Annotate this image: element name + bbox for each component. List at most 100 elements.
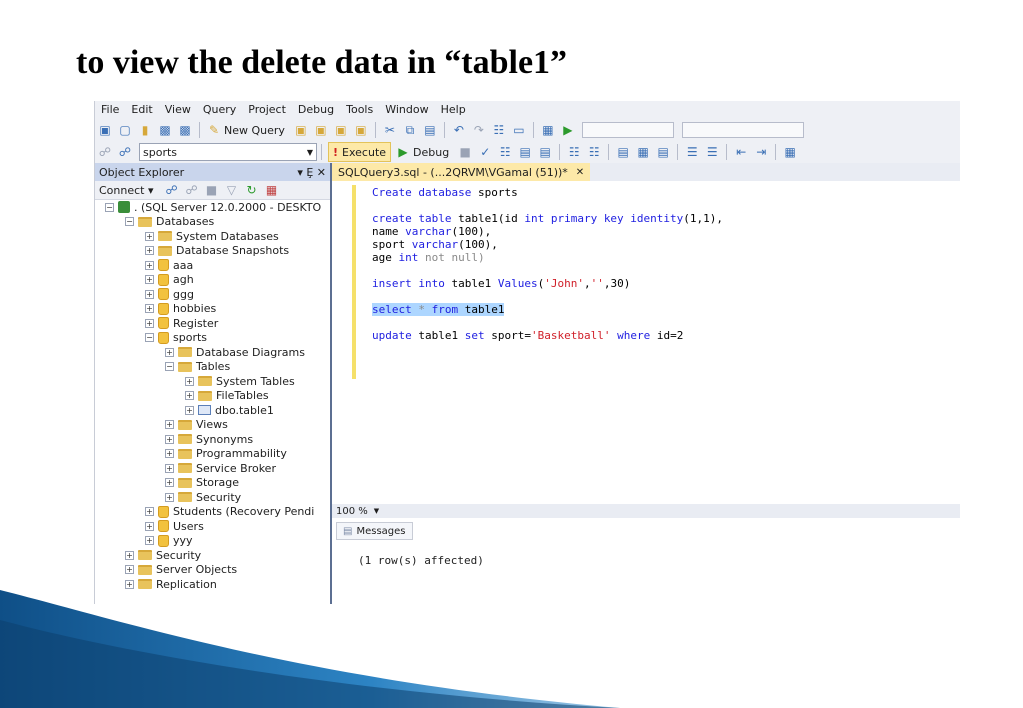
execute-button[interactable]: ! Execute xyxy=(328,142,392,162)
tree-node[interactable]: + Students (Recovery Pendi xyxy=(95,505,330,520)
menu-tools[interactable]: Tools xyxy=(340,101,379,119)
navigate-icon[interactable]: ☷ xyxy=(491,122,507,138)
tree-node[interactable]: + hobbies xyxy=(95,302,330,317)
refresh-icon[interactable]: ↻ xyxy=(244,182,260,198)
increase-indent-icon[interactable]: ⇥ xyxy=(753,144,769,160)
results-text-icon[interactable]: ▤ xyxy=(615,144,631,160)
expand-icon[interactable]: + xyxy=(145,289,154,299)
solution-config-dropdown[interactable] xyxy=(581,122,674,138)
uncomment-icon[interactable]: ☰ xyxy=(704,144,720,160)
results-grid-icon[interactable]: ▦ xyxy=(635,144,651,160)
tree-node[interactable]: + System Tables xyxy=(95,374,330,389)
tree-node[interactable]: + aaa xyxy=(95,258,330,273)
redo-icon[interactable]: ↷ xyxy=(471,122,487,138)
expand-icon[interactable]: + xyxy=(145,231,154,241)
expand-icon[interactable]: + xyxy=(145,246,154,256)
expand-icon[interactable]: + xyxy=(165,434,174,444)
tree-node[interactable]: + dbo.table1 xyxy=(95,403,330,418)
menu-query[interactable]: Query xyxy=(197,101,242,119)
tree-node[interactable]: + Database Snapshots xyxy=(95,244,330,259)
expand-icon[interactable]: + xyxy=(145,318,154,328)
tree-node[interactable]: + Programmability xyxy=(95,447,330,462)
client-stats-icon[interactable]: ☷ xyxy=(586,144,602,160)
expand-icon[interactable]: + xyxy=(165,449,174,459)
close-icon[interactable]: ✕ xyxy=(576,167,584,178)
expand-icon[interactable]: + xyxy=(125,565,134,575)
collapse-icon[interactable]: − xyxy=(105,202,114,212)
tree-node[interactable]: + Views xyxy=(95,418,330,433)
tab-sqlquery3[interactable]: SQLQuery3.sql - (...2QRVM\VGamal (51))* … xyxy=(332,163,591,183)
database-select[interactable]: sports ▼ xyxy=(139,143,317,161)
tree-node[interactable]: + yyy xyxy=(95,534,330,549)
collapse-icon[interactable]: − xyxy=(125,217,134,227)
open-folder-icon[interactable]: ▮ xyxy=(137,122,153,138)
expand-icon[interactable]: + xyxy=(185,405,194,415)
parse-icon[interactable]: ✓ xyxy=(477,144,493,160)
display-plan-icon[interactable]: ☷ xyxy=(497,144,513,160)
mdx-query-icon[interactable]: ▣ xyxy=(333,122,349,138)
cut-icon[interactable]: ✂ xyxy=(382,122,398,138)
cancel-query-icon[interactable]: ■ xyxy=(457,144,473,160)
copy-icon[interactable]: ⧉ xyxy=(402,122,418,138)
tree-node[interactable]: − sports xyxy=(95,331,330,346)
expand-icon[interactable]: + xyxy=(165,463,174,473)
expand-icon[interactable]: + xyxy=(145,304,154,314)
tree-node[interactable]: − Tables xyxy=(95,360,330,375)
tree-node[interactable]: + Service Broker xyxy=(95,461,330,476)
tree-node[interactable]: + FileTables xyxy=(95,389,330,404)
xmla-query-icon[interactable]: ▣ xyxy=(353,122,369,138)
expand-icon[interactable]: + xyxy=(145,260,154,270)
debug-button[interactable]: Debug xyxy=(413,146,449,159)
specify-values-icon[interactable]: ▦ xyxy=(782,144,798,160)
save-icon[interactable]: ▩ xyxy=(157,122,173,138)
menu-debug[interactable]: Debug xyxy=(292,101,340,119)
tree-node[interactable]: + Security xyxy=(95,490,330,505)
comment-icon[interactable]: ☰ xyxy=(684,144,700,160)
stop-icon[interactable]: ■ xyxy=(204,182,220,198)
results-file-icon[interactable]: ▤ xyxy=(655,144,671,160)
new-query-button[interactable]: New Query xyxy=(224,124,285,137)
tree-node[interactable]: + Server Objects xyxy=(95,563,330,578)
expand-icon[interactable]: + xyxy=(165,492,174,502)
tree-node[interactable]: + Storage xyxy=(95,476,330,491)
chevron-down-icon[interactable]: ▼ xyxy=(374,507,379,515)
tree-node[interactable]: + Security xyxy=(95,548,330,563)
search-box[interactable] xyxy=(681,122,804,138)
collapse-icon[interactable]: − xyxy=(145,333,154,343)
tree-node[interactable]: + ggg xyxy=(95,287,330,302)
menu-edit[interactable]: Edit xyxy=(125,101,158,119)
expand-icon[interactable]: + xyxy=(145,507,154,517)
tree-node[interactable]: + Users xyxy=(95,519,330,534)
expand-icon[interactable]: + xyxy=(145,536,154,546)
save-all-icon[interactable]: ▩ xyxy=(177,122,193,138)
debug-play-icon[interactable]: ▶ xyxy=(395,144,411,160)
tree-node[interactable]: + System Databases xyxy=(95,229,330,244)
expand-icon[interactable]: + xyxy=(125,579,134,589)
add-item-icon[interactable]: ▢ xyxy=(117,122,133,138)
zoom-level-dropdown[interactable]: 100 % xyxy=(336,506,368,517)
tree-node[interactable]: − Databases xyxy=(95,215,330,230)
decrease-indent-icon[interactable]: ⇤ xyxy=(733,144,749,160)
expand-icon[interactable]: + xyxy=(145,521,154,531)
expand-icon[interactable]: + xyxy=(165,478,174,488)
new-project-icon[interactable]: ▣ xyxy=(97,122,113,138)
new-query-icon[interactable]: ✎ xyxy=(206,122,222,138)
collapse-icon[interactable]: − xyxy=(165,362,174,372)
query-db-icon[interactable]: ▣ xyxy=(293,122,309,138)
connect-dropdown[interactable]: Connect ▾ xyxy=(99,184,154,197)
sql-code-editor[interactable]: Create database sports create table tabl… xyxy=(332,181,960,504)
undo-icon[interactable]: ↶ xyxy=(451,122,467,138)
connect-server-icon[interactable]: ☍ xyxy=(164,182,180,198)
query-design-icon[interactable]: ▤ xyxy=(517,144,533,160)
window-icon[interactable]: ▭ xyxy=(511,122,527,138)
tree-node[interactable]: + Register xyxy=(95,316,330,331)
menu-project[interactable]: Project xyxy=(242,101,292,119)
expand-icon[interactable]: + xyxy=(165,347,174,357)
start-icon[interactable]: ▶ xyxy=(560,122,576,138)
expand-icon[interactable]: + xyxy=(145,275,154,285)
expand-icon[interactable]: + xyxy=(165,420,174,430)
pin-close-icon[interactable]: ▾ Ȩ ✕ xyxy=(297,166,326,179)
tree-node[interactable]: + Synonyms xyxy=(95,432,330,447)
change-connection-icon[interactable]: ☍ xyxy=(117,144,133,160)
activity-monitor-icon[interactable]: ▦ xyxy=(264,182,280,198)
